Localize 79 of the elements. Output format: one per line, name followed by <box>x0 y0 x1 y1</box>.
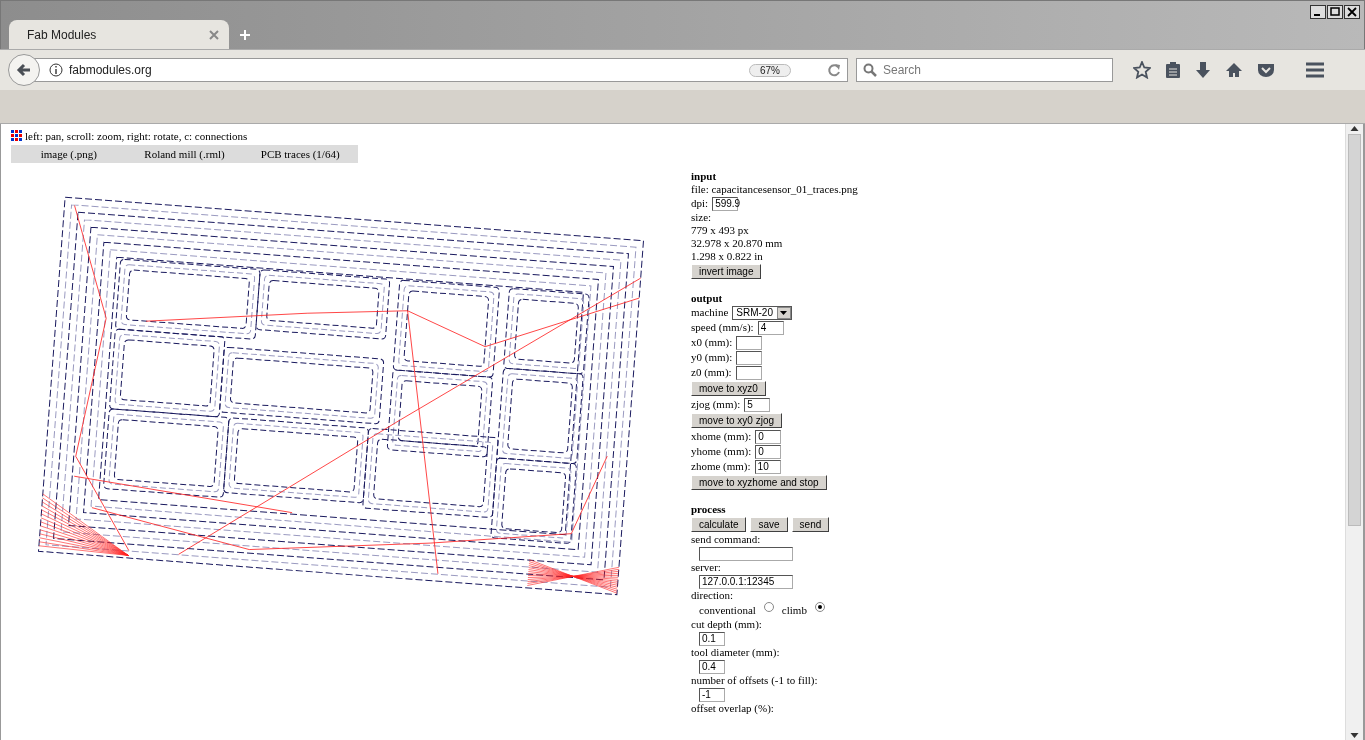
caret-icon[interactable] <box>780 310 788 315</box>
menu-item[interactable]: image (.png) <box>11 148 127 160</box>
input-field[interactable]: 127.0.0.1:12345 <box>699 574 793 589</box>
scroll-thumb[interactable] <box>1348 134 1361 526</box>
action-button[interactable]: save <box>750 517 788 532</box>
action-button[interactable]: calculate <box>691 517 747 532</box>
scrollbar[interactable] <box>1345 124 1363 740</box>
field-label: speed (mm/s): <box>691 321 754 334</box>
back-button[interactable] <box>8 54 40 86</box>
radio-button[interactable] <box>814 602 825 612</box>
input-field[interactable]: 599.9 <box>712 196 739 211</box>
action-button[interactable]: move to xyzhome and stop <box>691 475 827 490</box>
zoom-indicator[interactable]: 67% <box>749 63 791 77</box>
input-field[interactable] <box>735 365 762 380</box>
menu-item[interactable]: PCB traces (1/64) <box>242 148 358 160</box>
info-text: 779 x 493 px <box>691 224 749 237</box>
field-label: dpi: <box>691 197 709 210</box>
info-text: offset overlap (%): <box>691 702 774 715</box>
radio-button[interactable] <box>763 602 774 612</box>
field-label: z0 (mm): <box>691 366 732 379</box>
app-logo-icon <box>11 130 23 142</box>
browser-tab[interactable]: Fab Modules <box>9 20 229 49</box>
input-field[interactable] <box>736 350 763 365</box>
field-label: send command: <box>691 533 761 546</box>
field-label: xhome (mm): <box>691 430 752 443</box>
field-label: yhome (mm): <box>691 445 752 458</box>
input-field[interactable] <box>736 335 763 350</box>
plus-icon[interactable] <box>239 29 251 41</box>
section-title: input <box>691 169 717 183</box>
field-label: x0 (mm): <box>691 336 733 349</box>
field-label: y0 (mm): <box>691 351 733 364</box>
input-field[interactable]: 0 <box>755 444 782 459</box>
input-field[interactable]: 0.1 <box>699 631 725 646</box>
action-button[interactable]: move to xy0 zjog <box>691 413 783 428</box>
reload-icon[interactable] <box>827 63 841 77</box>
input-field[interactable]: 0.4 <box>699 659 725 674</box>
input-field[interactable]: -1 <box>699 687 725 702</box>
input-field[interactable] <box>699 546 793 561</box>
input-field[interactable]: 0 <box>755 429 782 444</box>
usage-hint: left: pan, scroll: zoom, right: rotate, c: connections <box>25 130 248 142</box>
input-field[interactable]: 10 <box>754 459 781 474</box>
scroll-down-icon[interactable] <box>1350 732 1359 740</box>
action-button[interactable]: send <box>791 517 830 532</box>
download-icon[interactable] <box>1195 61 1211 79</box>
machine-dropdown[interactable]: SRM-20 <box>732 305 792 320</box>
info-text: 1.298 x 0.822 in <box>691 250 763 263</box>
action-button[interactable]: move to xyz0 <box>691 381 766 396</box>
radio-label[interactable]: climb <box>781 603 807 617</box>
back-arrow-icon[interactable] <box>16 62 32 78</box>
menu-icon[interactable] <box>1305 62 1325 78</box>
close-icon[interactable] <box>1344 5 1360 19</box>
info-text: 32.978 x 20.870 mm <box>691 237 783 250</box>
field-label: tool diameter (mm): <box>691 646 780 659</box>
field-label: cut depth (mm): <box>691 618 762 631</box>
info-text: file: capacitancesensor_01_traces.png <box>691 183 858 196</box>
search-icon <box>863 63 877 77</box>
info-text: direction: <box>691 589 734 602</box>
section-title: process <box>691 502 726 516</box>
field-label: zjog (mm): <box>691 398 741 411</box>
clipboard-icon[interactable] <box>1165 61 1181 79</box>
field-label: machine <box>691 306 729 319</box>
minimize-icon[interactable] <box>1310 5 1326 19</box>
action-button[interactable]: invert image <box>691 264 762 279</box>
field-label: number of offsets (-1 to fill): <box>691 674 818 687</box>
info-text: size: <box>691 211 712 224</box>
field-label: zhome (mm): <box>691 460 751 473</box>
address-field[interactable]: fabmodules.org <box>69 63 743 77</box>
pocket-icon[interactable] <box>1257 62 1275 78</box>
input-field[interactable]: 4 <box>757 320 784 335</box>
search-field[interactable]: Search <box>883 63 922 77</box>
star-icon[interactable] <box>1133 61 1151 79</box>
radio-label[interactable]: conventional <box>699 603 756 617</box>
input-field[interactable]: 5 <box>744 397 771 412</box>
section-title: output <box>691 291 723 305</box>
home-icon[interactable] <box>1225 62 1243 78</box>
menu-item[interactable]: Roland mill (.rml) <box>126 148 243 160</box>
maximize-icon[interactable] <box>1327 5 1343 19</box>
info-icon[interactable] <box>49 63 63 77</box>
field-label: server: <box>691 561 721 574</box>
